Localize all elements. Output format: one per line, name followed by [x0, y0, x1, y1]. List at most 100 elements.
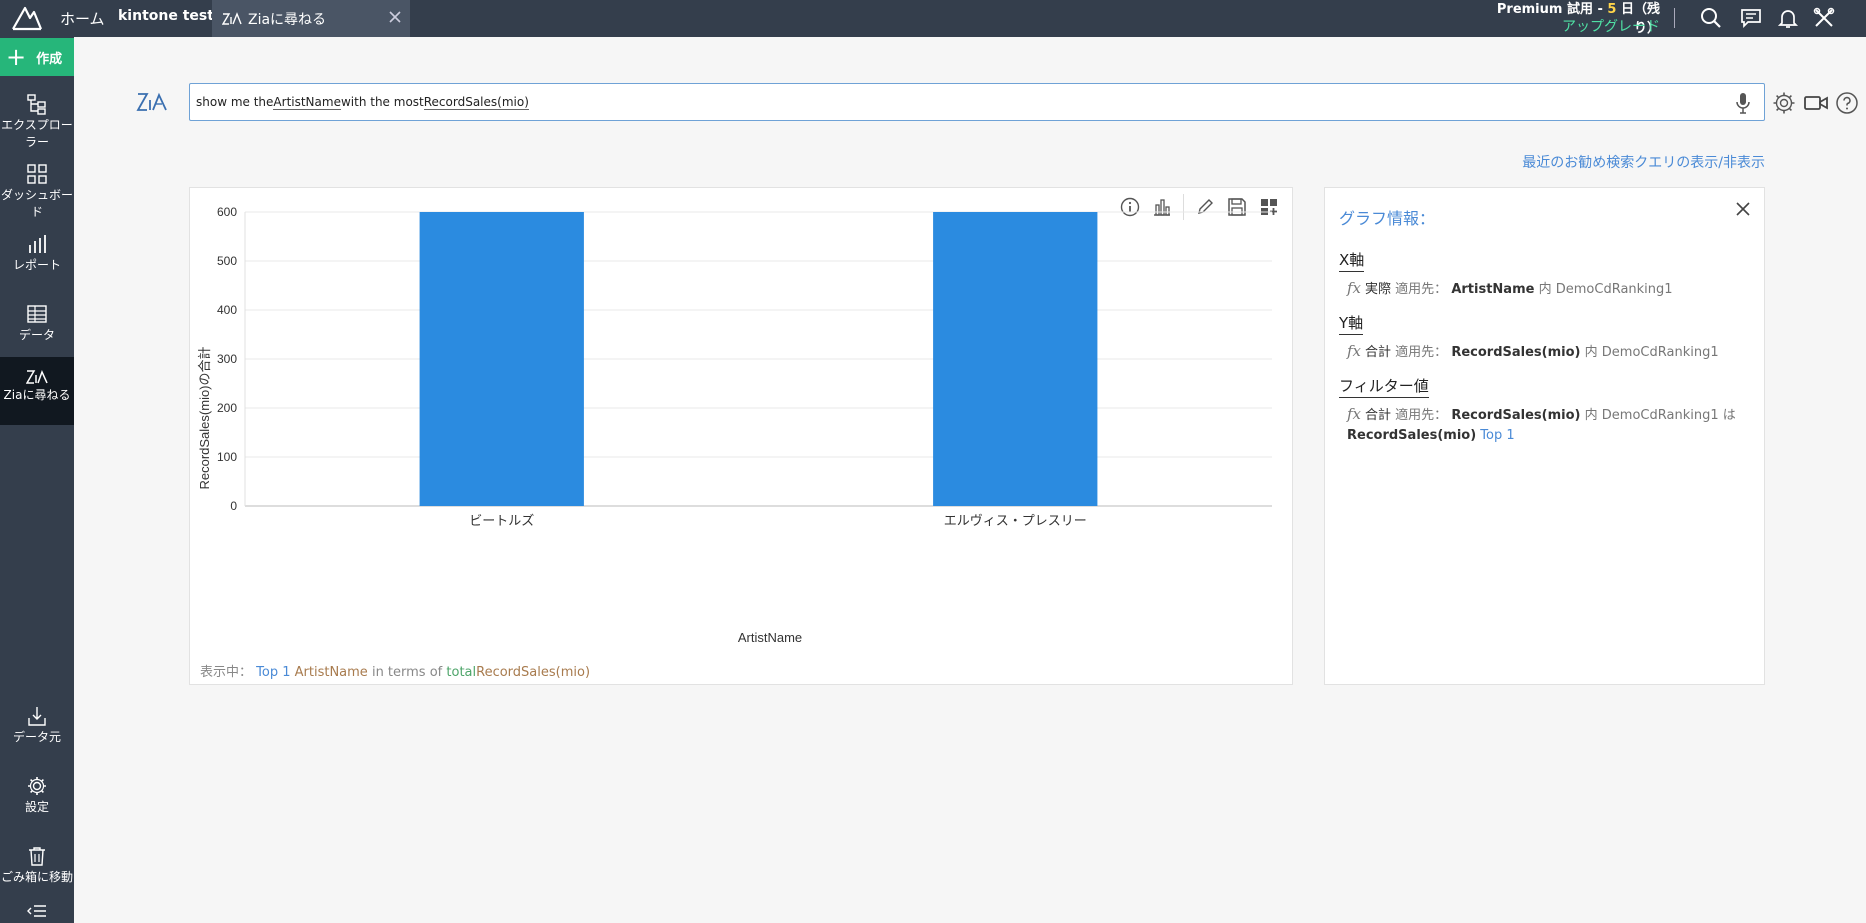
sidebar-item-explorer[interactable]: エクスプローラー — [0, 93, 74, 151]
y-axis-title: Y軸 — [1339, 312, 1364, 335]
query-token-recordsales[interactable]: RecordSales(mio) — [423, 95, 529, 110]
tools-icon[interactable] — [1810, 4, 1838, 32]
y-axis-detail: fx 合計 適用先： RecordSales(mio) 内 DemoCdRanki… — [1347, 341, 1750, 363]
sidebar-item-report[interactable]: レポート — [0, 233, 74, 274]
filter-title: フィルター値 — [1339, 375, 1429, 398]
f-field: RecordSales(mio) — [1451, 408, 1581, 423]
x-tick-label: ビートルズ — [469, 513, 534, 529]
function-icon: fx — [1347, 405, 1362, 423]
summary-measure: RecordSales(mio) — [476, 665, 591, 680]
y-tick-label: 100 — [217, 450, 237, 464]
trial-prefix: Premium 試用 - — [1496, 2, 1608, 17]
info-title: グラフ情報： — [1339, 209, 1436, 228]
x-func: 実際 — [1365, 282, 1392, 297]
bar[interactable] — [419, 212, 584, 506]
upgrade-link[interactable]: アップグレード — [1480, 16, 1660, 36]
gear-icon — [28, 777, 46, 795]
summary-agg: total — [446, 665, 477, 680]
f-top: Top 1 — [1480, 428, 1515, 443]
y-field: RecordSales(mio) — [1451, 345, 1581, 360]
f-func: 合計 — [1365, 408, 1392, 423]
chart-panel: 0 100 200 300 400 500 600 ビートルズ エルヴィス・プレスリー Art… — [189, 187, 1293, 685]
datasource-icon — [28, 707, 46, 726]
divider — [1674, 8, 1675, 28]
x-axis-ticks: ビートルズ エルヴィス・プレスリー — [469, 513, 1087, 529]
video-icon[interactable] — [1803, 90, 1829, 116]
dashboard-icon — [27, 164, 47, 184]
f-in: 内 — [1584, 408, 1598, 423]
y-tick-label: 300 — [217, 352, 237, 366]
info-section-y: Y軸 — [1339, 312, 1750, 335]
sidebar-item-label: ダッシュボード — [0, 188, 73, 219]
explorer-icon — [27, 94, 46, 115]
tab-label: Ziaに尋ねる — [248, 11, 327, 28]
zia-logo-icon — [136, 92, 167, 111]
filter-detail: fx 合計 適用先： RecordSales(mio) 内 DemoCdRanki… — [1347, 404, 1750, 446]
y-apply: 適用先： — [1395, 345, 1448, 360]
info-section-filter: フィルター値 — [1339, 375, 1750, 398]
sidebar-item-ask-zia[interactable]: Ziaに尋ねる — [0, 357, 74, 425]
create-label: 作成 — [36, 51, 63, 67]
workspace-label: kintone test — [118, 8, 214, 24]
sidebar-item-label: レポート — [12, 258, 61, 272]
top-bar: ホーム kintone test Ziaに尋ねる Premium 試用 - 5 … — [0, 0, 1866, 37]
y-tick-label: 400 — [217, 303, 237, 317]
search-icon[interactable] — [1697, 4, 1725, 32]
table-icon — [27, 305, 47, 323]
sidebar: + 作成 エクスプローラー ダッシュボード レポート データ Ziaに尋ねる デ… — [0, 37, 74, 923]
create-button[interactable]: + 作成 — [0, 38, 74, 76]
plus-icon: + — [6, 43, 27, 71]
x-axis-label: ArtistName — [738, 630, 802, 645]
sidebar-item-label: 設定 — [24, 800, 49, 814]
sidebar-item-data[interactable]: データ — [0, 303, 74, 344]
chart-grid — [244, 211, 1272, 507]
zia-icon — [26, 370, 48, 384]
query-text: show me the — [196, 95, 274, 109]
nav-home[interactable]: ホーム — [60, 8, 105, 29]
app-logo-icon[interactable] — [10, 4, 44, 32]
y-func: 合計 — [1365, 345, 1392, 360]
summary-mid: in terms of — [371, 665, 443, 680]
settings-icon[interactable] — [1771, 90, 1797, 116]
report-icon — [29, 235, 46, 253]
summary-field: ArtistName — [294, 665, 368, 680]
x-axis-detail: fx 実際 適用先： ArtistName 内 DemoCdRanking1 — [1347, 278, 1750, 300]
close-icon[interactable] — [386, 8, 404, 26]
y-tick-label: 200 — [217, 401, 237, 415]
microphone-icon[interactable] — [1736, 92, 1750, 114]
x-field: ArtistName — [1451, 282, 1535, 297]
bar-chart: 0 100 200 300 400 500 600 ビートルズ エルヴィス・プレスリー Art… — [197, 205, 1272, 645]
search-input[interactable]: show me the ArtistName with the most Rec… — [189, 83, 1765, 121]
help-icon[interactable] — [1834, 90, 1860, 116]
function-icon: fx — [1347, 342, 1362, 360]
bar[interactable] — [933, 212, 1098, 506]
comments-icon[interactable] — [1737, 4, 1765, 32]
sidebar-item-settings[interactable]: 設定 — [0, 775, 74, 816]
x-apply: 適用先： — [1395, 282, 1448, 297]
tab-ask-zia[interactable]: Ziaに尋ねる — [212, 0, 410, 37]
collapse-sidebar-button[interactable] — [0, 903, 74, 921]
close-icon[interactable] — [1734, 200, 1752, 218]
function-icon: fx — [1347, 279, 1362, 297]
y-tick-label: 0 — [230, 499, 237, 513]
sidebar-item-datasource[interactable]: データ元 — [0, 705, 74, 746]
y-in: 内 — [1584, 345, 1598, 360]
f-ha: は — [1722, 408, 1736, 423]
toggle-recent-queries-link[interactable]: 最近のお勧め検索クエリの表示/非表示 — [1400, 152, 1765, 172]
x-tick-label: エルヴィス・プレスリー — [944, 513, 1087, 529]
sidebar-item-dashboard[interactable]: ダッシュボード — [0, 163, 74, 221]
query-text: with the most — [340, 95, 424, 109]
bell-icon[interactable] — [1774, 4, 1802, 32]
f-table: DemoCdRanking1 — [1601, 408, 1719, 423]
info-section-x: X軸 — [1339, 249, 1750, 272]
sidebar-item-label: Ziaに尋ねる — [3, 388, 71, 402]
summary-top: Top 1 — [256, 665, 291, 680]
sidebar-item-label: データ元 — [12, 730, 61, 744]
sidebar-item-trash[interactable]: ごみ箱に移動 — [0, 845, 74, 886]
query-token-artistname[interactable]: ArtistName — [273, 95, 341, 110]
x-table: DemoCdRanking1 — [1555, 282, 1673, 297]
y-axis-ticks: 0 100 200 300 400 500 600 — [217, 205, 237, 513]
y-axis-label: RecordSales(mio)の合計 — [197, 346, 212, 489]
trash-icon — [29, 847, 45, 866]
y-tick-label: 600 — [217, 205, 237, 219]
